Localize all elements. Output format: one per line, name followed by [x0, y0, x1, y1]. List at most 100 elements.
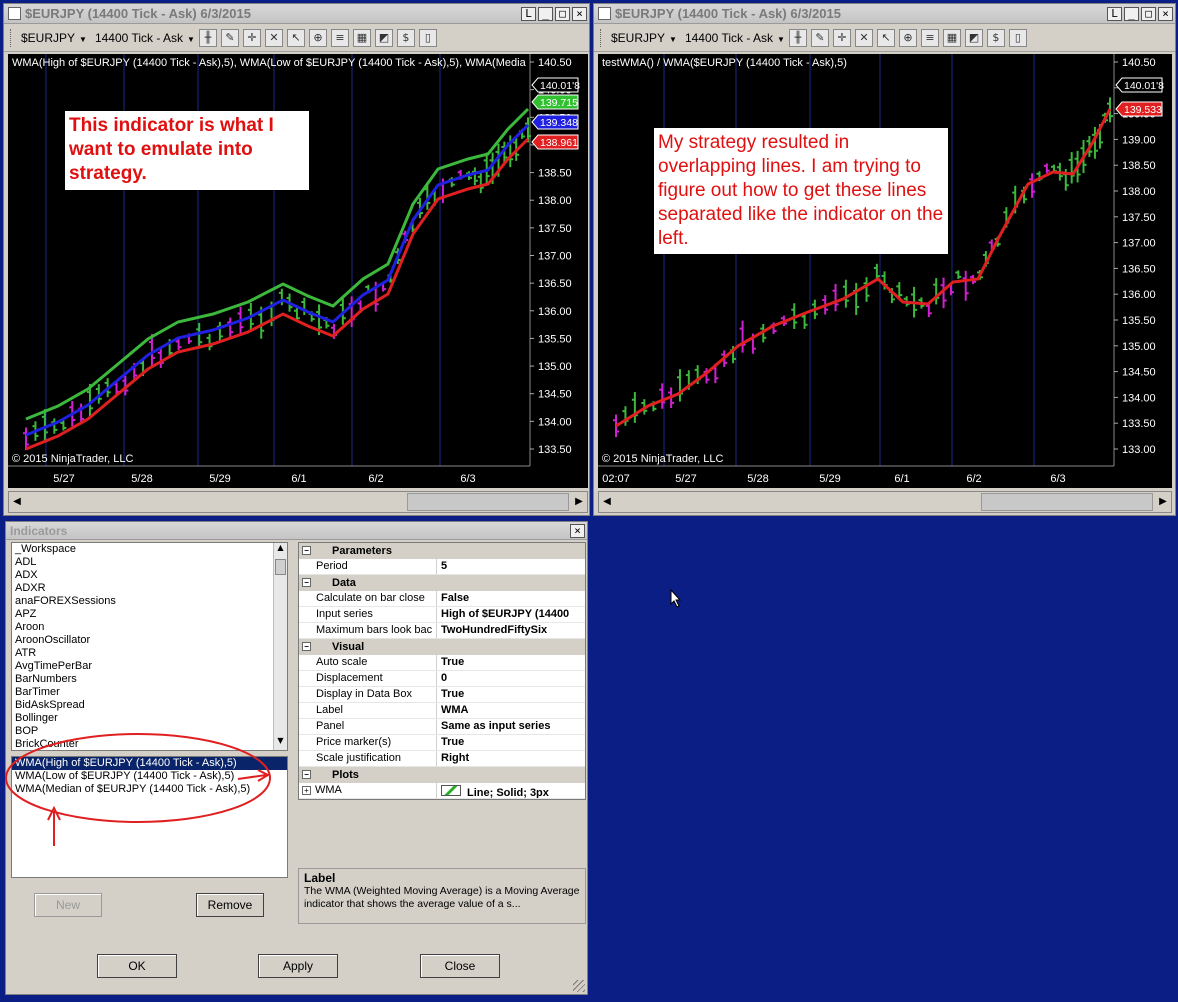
resize-grip-icon[interactable]: [573, 980, 585, 992]
drawing-tool-icon[interactable]: ✎: [810, 29, 829, 47]
property-value[interactable]: True: [437, 687, 585, 702]
properties-icon[interactable]: ≡: [920, 29, 939, 47]
description-text: The WMA (Weighted Moving Average) is a M…: [304, 885, 580, 910]
right-titlebar[interactable]: $EURJPY (14400 Tick - Ask) 6/3/2015 L _ …: [594, 4, 1175, 24]
property-value[interactable]: False: [437, 591, 585, 606]
scroll-thumb[interactable]: [407, 493, 569, 511]
property-value[interactable]: Same as input series: [437, 719, 585, 734]
dialog-close-button[interactable]: ×: [570, 523, 585, 538]
property-value[interactable]: 0: [437, 671, 585, 686]
pointer-icon[interactable]: ↖: [876, 29, 895, 47]
property-row[interactable]: Maximum bars look bac TwoHundredFiftySix: [299, 623, 585, 639]
scroll-right-icon[interactable]: ▶: [1155, 494, 1171, 510]
property-row[interactable]: + WMA Line; Solid; 3px: [299, 783, 585, 799]
price-tick-label: 137.00: [538, 251, 572, 263]
property-row[interactable]: Displacement 0: [299, 671, 585, 687]
property-row[interactable]: Price marker(s) True: [299, 735, 585, 751]
crosshair-icon[interactable]: ✛: [832, 29, 851, 47]
property-value[interactable]: High of $EURJPY (14400: [437, 607, 585, 622]
property-value[interactable]: True: [437, 655, 585, 670]
property-category[interactable]: − Parameters: [299, 543, 585, 559]
property-row[interactable]: Period 5: [299, 559, 585, 575]
price-tick-label: 134.50: [1122, 367, 1156, 379]
right-toolbar: $EURJPY ▼ 14400 Tick - Ask ▼ ╫ ✎ ✛ ✕ ↖ ⊕ ≡…: [594, 25, 1175, 52]
close-button[interactable]: ×: [1158, 6, 1173, 21]
minimize-button[interactable]: _: [1124, 6, 1139, 21]
scroll-thumb[interactable]: [981, 493, 1153, 511]
bar-type-icon[interactable]: ╫: [788, 29, 807, 47]
property-row[interactable]: Label WMA: [299, 703, 585, 719]
property-name: Calculate on bar close: [299, 591, 437, 606]
data-box-icon[interactable]: ▯: [1008, 29, 1027, 47]
time-tick-label: 5/28: [747, 473, 768, 485]
ok-button[interactable]: OK: [97, 954, 177, 978]
price-tick-label: 140.50: [1122, 57, 1156, 69]
new-button[interactable]: New: [34, 893, 102, 917]
property-value[interactable]: Right: [437, 751, 585, 766]
right-chart-canvas[interactable]: 140.50140.00139.50139.00138.50138.00137.…: [598, 54, 1172, 488]
property-row[interactable]: Calculate on bar close False: [299, 591, 585, 607]
collapse-icon[interactable]: −: [302, 642, 311, 651]
property-row[interactable]: Auto scale True: [299, 655, 585, 671]
red-circle-annotation: [5, 733, 271, 823]
collapse-icon[interactable]: −: [302, 770, 311, 779]
properties-icon[interactable]: ≡: [330, 29, 349, 47]
property-row[interactable]: Scale justification Right: [299, 751, 585, 767]
indicators-icon[interactable]: ▦: [352, 29, 371, 47]
price-marker-label: 140.01'8: [540, 80, 580, 92]
property-row[interactable]: Input series High of $EURJPY (14400: [299, 607, 585, 623]
strategies-icon[interactable]: ◩: [374, 29, 393, 47]
dollar-icon[interactable]: $: [986, 29, 1005, 47]
right-horizontal-scrollbar[interactable]: ◀ ▶: [598, 491, 1172, 513]
maximize-button[interactable]: □: [555, 6, 570, 21]
price-marker: 139.533: [1115, 101, 1163, 117]
close-dialog-button[interactable]: Close: [420, 954, 500, 978]
zoom-icon[interactable]: ⊕: [308, 29, 327, 47]
scroll-right-icon[interactable]: ▶: [571, 494, 587, 510]
property-category[interactable]: − Data: [299, 575, 585, 591]
property-category[interactable]: − Visual: [299, 639, 585, 655]
close-button[interactable]: ×: [572, 6, 587, 21]
property-value[interactable]: Line; Solid; 3px: [437, 783, 585, 798]
property-value[interactable]: WMA: [437, 703, 585, 718]
property-name: Displacement: [299, 671, 437, 686]
expand-icon[interactable]: +: [302, 786, 311, 795]
maximize-button[interactable]: □: [1141, 6, 1156, 21]
property-value[interactable]: True: [437, 735, 585, 750]
property-value[interactable]: 5: [437, 559, 585, 574]
price-tick-label: 136.00: [538, 306, 572, 318]
indicators-icon[interactable]: ▦: [942, 29, 961, 47]
interval-selector[interactable]: 14400 Tick - Ask ▼: [685, 31, 785, 45]
chart-window-icon: [598, 7, 611, 20]
property-name: Display in Data Box: [299, 687, 437, 702]
scroll-left-icon[interactable]: ◀: [599, 494, 615, 510]
pin-icon[interactable]: ✕: [854, 29, 873, 47]
price-tick-label: 138.00: [1122, 186, 1156, 198]
minimize-button[interactable]: _: [538, 6, 553, 21]
price-marker-label: 139.348: [540, 117, 578, 129]
property-row[interactable]: Panel Same as input series: [299, 719, 585, 735]
property-row[interactable]: Display in Data Box True: [299, 687, 585, 703]
link-icon[interactable]: L: [1107, 6, 1122, 21]
apply-button[interactable]: Apply: [258, 954, 338, 978]
category-label: Data: [332, 577, 356, 589]
property-name: Panel: [299, 719, 437, 734]
property-grid[interactable]: − Parameters Period 5 − Data Calculate on bar …: [298, 542, 586, 800]
category-label: Plots: [332, 769, 359, 781]
collapse-icon[interactable]: −: [302, 578, 311, 587]
remove-button[interactable]: Remove: [196, 893, 264, 917]
time-tick-label: 5/27: [675, 473, 696, 485]
property-name: Period: [299, 559, 437, 574]
red-arrow-annotation: [237, 769, 271, 782]
property-category[interactable]: − Plots: [299, 767, 585, 783]
link-icon[interactable]: L: [521, 6, 536, 21]
zoom-icon[interactable]: ⊕: [898, 29, 917, 47]
data-box-icon[interactable]: ▯: [418, 29, 437, 47]
collapse-icon[interactable]: −: [302, 546, 311, 555]
price-tick-label: 133.00: [1122, 444, 1156, 456]
price-tick-label: 134.00: [1122, 392, 1156, 404]
instrument-selector[interactable]: $EURJPY ▼: [611, 31, 677, 45]
strategies-icon[interactable]: ◩: [964, 29, 983, 47]
property-value[interactable]: TwoHundredFiftySix: [437, 623, 585, 638]
dollar-icon[interactable]: $: [396, 29, 415, 47]
